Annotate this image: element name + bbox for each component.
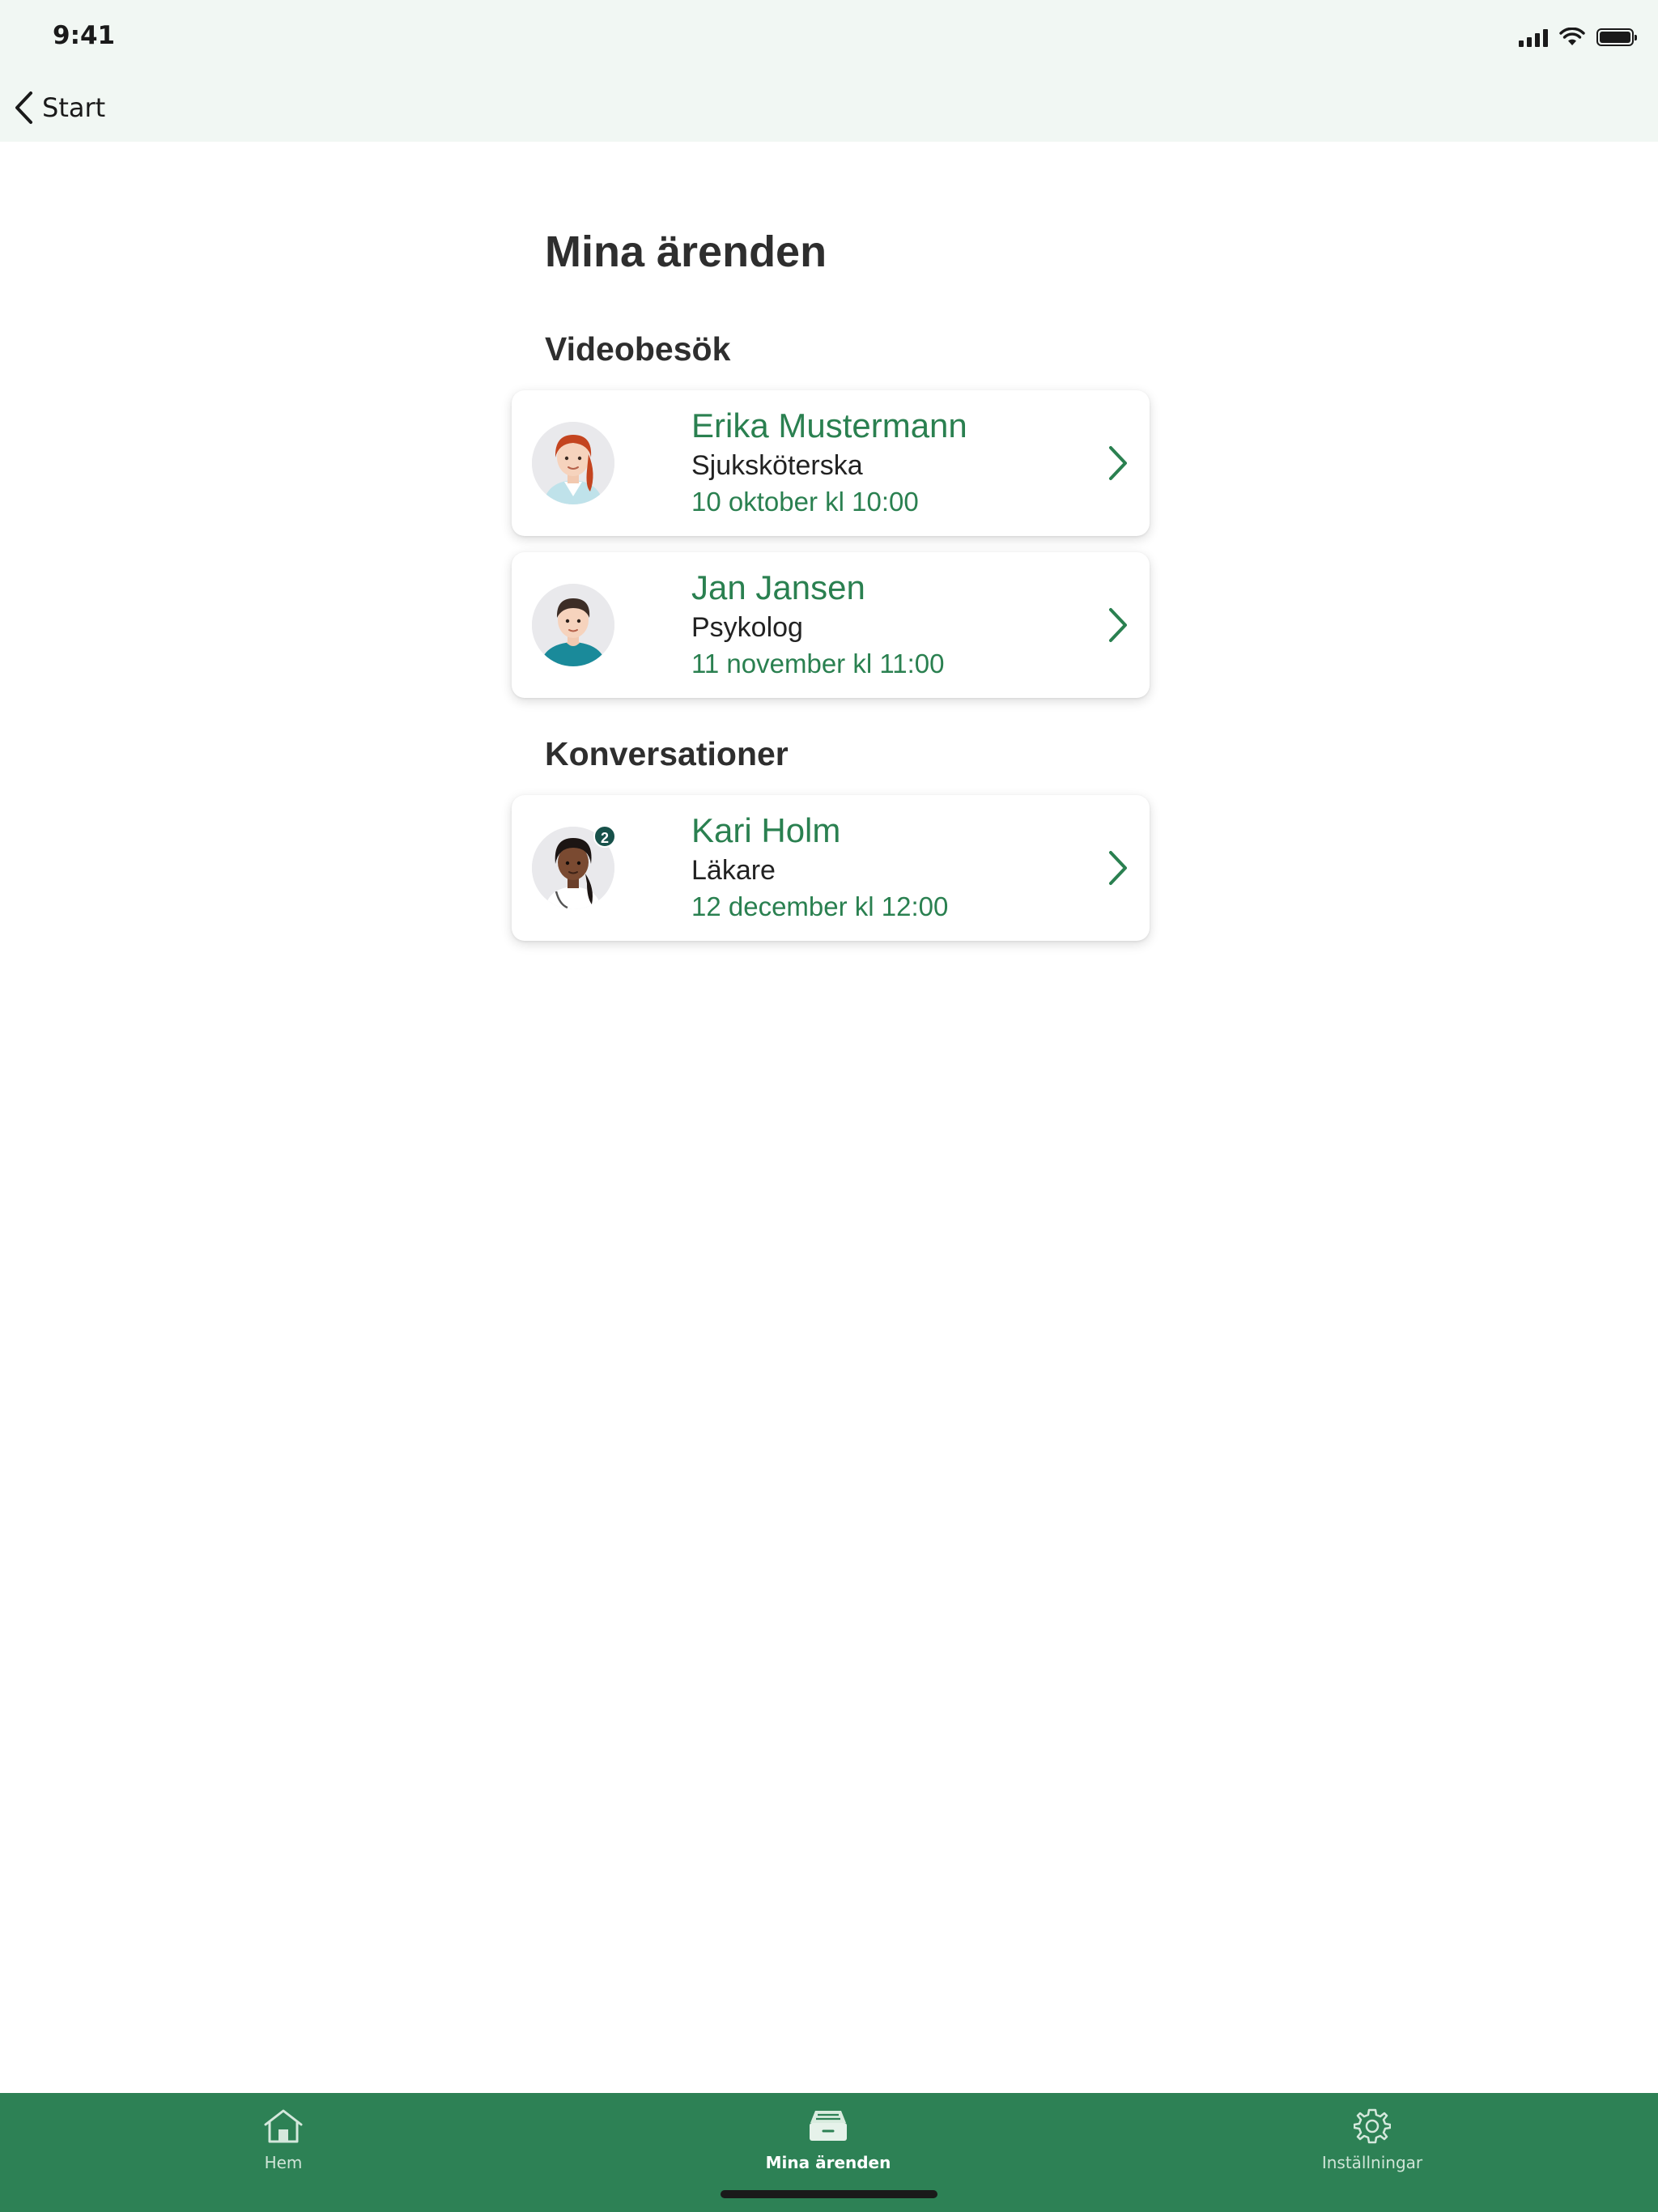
- inbox-tray-icon: [810, 2111, 847, 2141]
- home-icon: [264, 2109, 303, 2143]
- case-card-erika[interactable]: Erika Mustermann Sjuksköterska 10 oktobe…: [512, 390, 1150, 536]
- section-title-konversationer: Konversationer: [545, 735, 789, 772]
- conversation-date: 12 december kl 12:00: [691, 891, 949, 921]
- contact-role: Psykolog: [691, 612, 803, 643]
- chevron-right-icon: [1109, 851, 1127, 885]
- case-card-jan[interactable]: Jan Jansen Psykolog 11 november kl 11:00: [512, 552, 1150, 698]
- tab-hem[interactable]: Hem: [178, 2106, 389, 2179]
- chevron-right-icon: [1109, 608, 1127, 642]
- tab-label: Mina ärenden: [765, 2153, 891, 2172]
- status-time: 9:41: [53, 21, 116, 50]
- contact-role: Sjuksköterska: [691, 450, 863, 481]
- tab-label: Hem: [264, 2153, 303, 2172]
- page: 9:41 Start Mina ärenden Videobesök Erika…: [0, 0, 1658, 2212]
- unread-badge: 2: [593, 825, 616, 848]
- top-bar: 9:41 Start: [0, 0, 1658, 142]
- contact-name: Kari Holm: [691, 811, 841, 849]
- home-indicator: [721, 2190, 937, 2198]
- contact-role: Läkare: [691, 855, 776, 886]
- contact-name: Jan Jansen: [691, 568, 865, 606]
- avatar: [532, 422, 614, 504]
- section-title-videobesok: Videobesök: [545, 330, 731, 368]
- wifi-icon: [1559, 28, 1585, 45]
- tab-label: Inställningar: [1321, 2153, 1423, 2172]
- page-title: Mina ärenden: [545, 228, 827, 276]
- gear-icon: [1354, 2108, 1391, 2144]
- tab-mina-arenden[interactable]: Mina ärenden: [723, 2106, 933, 2179]
- status-icons: [1519, 23, 1637, 52]
- avatar: [532, 584, 614, 666]
- contact-name: Erika Mustermann: [691, 406, 967, 445]
- appointment-date: 10 oktober kl 10:00: [691, 487, 919, 517]
- chevron-left-icon: [15, 91, 32, 124]
- case-card-kari[interactable]: 2 Kari Holm Läkare 12 december kl 12:00: [512, 795, 1150, 941]
- tab-installningar[interactable]: Inställningar: [1267, 2106, 1477, 2179]
- back-button[interactable]: Start: [13, 87, 105, 128]
- battery-icon: [1596, 28, 1637, 46]
- chevron-right-icon: [1109, 446, 1127, 480]
- appointment-date: 11 november kl 11:00: [691, 649, 945, 678]
- back-label: Start: [42, 92, 106, 123]
- cellular-signal-icon: [1519, 28, 1548, 47]
